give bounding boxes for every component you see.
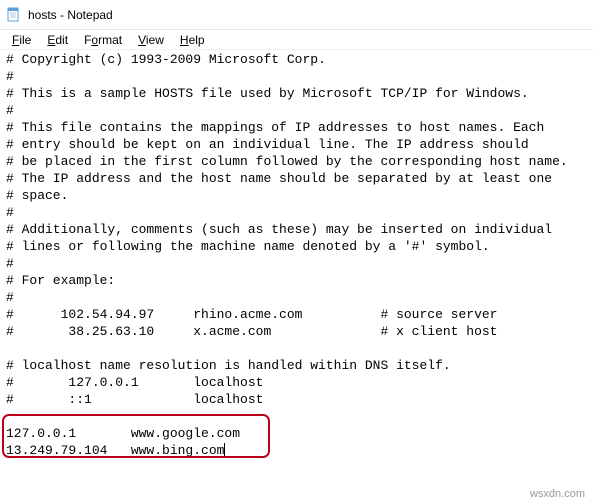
text-line: # Copyright (c) 1993-2009 Microsoft Corp… bbox=[6, 52, 326, 67]
text-line: # This file contains the mappings of IP … bbox=[6, 120, 544, 135]
menu-edit[interactable]: Edit bbox=[39, 31, 76, 49]
text-line: # bbox=[6, 256, 14, 271]
watermark: wsxdn.com bbox=[530, 488, 585, 500]
text-line: # 38.25.63.10 x.acme.com # x client host bbox=[6, 324, 497, 339]
text-line: # Additionally, comments (such as these)… bbox=[6, 222, 552, 237]
text-line: # ::1 localhost bbox=[6, 392, 263, 407]
text-line: # bbox=[6, 103, 14, 118]
notepad-icon bbox=[6, 7, 22, 23]
text-line: # be placed in the first column followed… bbox=[6, 154, 568, 169]
text-line: # 102.54.94.97 rhino.acme.com # source s… bbox=[6, 307, 497, 322]
text-line: # 127.0.0.1 localhost bbox=[6, 375, 263, 390]
menu-view[interactable]: View bbox=[130, 31, 172, 49]
titlebar: hosts - Notepad bbox=[0, 0, 593, 30]
text-line: # The IP address and the host name shoul… bbox=[6, 171, 552, 186]
window-title: hosts - Notepad bbox=[28, 8, 113, 22]
menu-file[interactable]: File bbox=[4, 31, 39, 49]
menu-format[interactable]: Format bbox=[76, 31, 130, 49]
text-editor[interactable]: # Copyright (c) 1993-2009 Microsoft Corp… bbox=[0, 50, 593, 459]
text-line: 127.0.0.1 www.google.com bbox=[6, 426, 240, 441]
text-line: # bbox=[6, 69, 14, 84]
text-line: # bbox=[6, 205, 14, 220]
text-line: # space. bbox=[6, 188, 68, 203]
text-line: # entry should be kept on an individual … bbox=[6, 137, 529, 152]
text-line: 13.249.79.104 www.bing.com bbox=[6, 443, 224, 458]
menu-help[interactable]: Help bbox=[172, 31, 213, 49]
menubar: File Edit Format View Help bbox=[0, 30, 593, 50]
text-line: # For example: bbox=[6, 273, 115, 288]
text-line: # lines or following the machine name de… bbox=[6, 239, 490, 254]
text-line: # This is a sample HOSTS file used by Mi… bbox=[6, 86, 529, 101]
text-line: # bbox=[6, 290, 14, 305]
text-cursor bbox=[224, 443, 225, 457]
text-line: # localhost name resolution is handled w… bbox=[6, 358, 451, 373]
